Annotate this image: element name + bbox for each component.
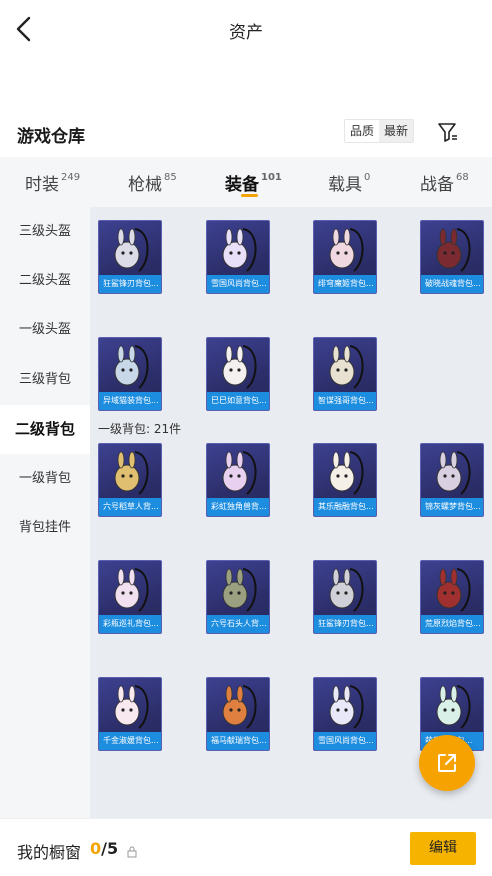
- backpack-icon: [114, 228, 149, 272]
- item-card[interactable]: 福马献瑞背包...: [206, 677, 270, 751]
- backpack-icon: [114, 568, 149, 612]
- edit-button[interactable]: 编辑: [410, 832, 476, 865]
- item-card[interactable]: 巳巳如意背包...: [206, 337, 270, 411]
- backpack-icon: [114, 345, 149, 389]
- sort-latest-button[interactable]: 最新: [379, 120, 414, 142]
- item-label: 雪国风尚背包...: [314, 732, 376, 750]
- item-label: 荒原烈焰背包...: [421, 615, 483, 633]
- item-label: 彩瓶巡礼背包...: [99, 615, 161, 633]
- backpack-icon: [222, 685, 257, 729]
- item-label: 狂鲨锋刃背包...: [99, 275, 161, 293]
- sidebar-item-level2-helmet[interactable]: 二级头盔: [0, 256, 90, 305]
- item-label: 千金淑媛背包...: [99, 732, 161, 750]
- item-card[interactable]: 荒原烈焰背包...: [420, 560, 484, 634]
- warehouse-header: 游戏仓库 品质 最新: [0, 116, 492, 150]
- lock-icon: [127, 843, 137, 858]
- page-title: 资产: [229, 23, 263, 43]
- showcase-count: 0/5: [90, 839, 119, 858]
- backpack-icon: [222, 345, 257, 389]
- tab-guns[interactable]: 枪械 85: [128, 170, 177, 195]
- backpack-icon: [222, 228, 257, 272]
- sidebar-item-level1-backpack[interactable]: 一级背包: [0, 454, 90, 503]
- sort-toggle: 品质 最新: [344, 119, 415, 143]
- item-label: 智谋强哥背包...: [314, 392, 376, 410]
- item-label: 狂鲨锋刃背包...: [314, 615, 376, 633]
- filter-icon[interactable]: [436, 120, 460, 144]
- item-label: 破晓战魂背包...: [421, 275, 483, 293]
- top-bar: 资产: [0, 0, 492, 58]
- sidebar-item-level1-helmet[interactable]: 一级头盔: [0, 305, 90, 354]
- item-label: 其乐融融背包...: [314, 498, 376, 516]
- item-label: 锦灰螺梦背包...: [421, 498, 483, 516]
- backpack-icon: [329, 451, 364, 495]
- showcase-label: 我的橱窗: [17, 843, 82, 862]
- item-card[interactable]: 六号稻草人背...: [98, 443, 162, 517]
- item-card[interactable]: 绯穹魔姬背包...: [313, 220, 377, 294]
- tab-supplies[interactable]: 战备 68: [420, 170, 469, 195]
- item-card[interactable]: 狂鲨锋刃背包...: [313, 560, 377, 634]
- item-card[interactable]: 千金淑媛背包...: [98, 677, 162, 751]
- backpack-icon: [329, 345, 364, 389]
- active-tab-indicator: [241, 194, 258, 197]
- item-card[interactable]: 六号石头人背...: [206, 560, 270, 634]
- item-label: 六号石头人背...: [207, 615, 269, 633]
- item-card[interactable]: 雪国风尚背包...: [313, 677, 377, 751]
- sidebar: 三级头盔 二级头盔 一级头盔 三级背包 二级背包 一级背包 背包挂件: [0, 207, 90, 818]
- backpack-icon: [436, 568, 471, 612]
- backpack-icon: [114, 685, 149, 729]
- item-label: 绯穹魔姬背包...: [314, 275, 376, 293]
- sidebar-item-level2-backpack[interactable]: 二级背包: [0, 405, 90, 454]
- item-label: 六号稻草人背...: [99, 498, 161, 516]
- item-label: 雪国风尚背包...: [207, 275, 269, 293]
- backpack-icon: [114, 451, 149, 495]
- tab-fashion[interactable]: 时装 249: [25, 170, 80, 195]
- backpack-icon: [329, 568, 364, 612]
- tab-equipment[interactable]: 装备 101: [225, 170, 282, 195]
- item-label: 巳巳如意背包...: [207, 392, 269, 410]
- backpack-icon: [436, 228, 471, 272]
- backpack-icon: [436, 685, 471, 729]
- bottom-bar: 我的橱窗 0/5 编辑: [0, 818, 492, 876]
- group-label: 一级背包: 21件: [98, 422, 182, 436]
- backpack-icon: [222, 568, 257, 612]
- item-label: 福马献瑞背包...: [207, 732, 269, 750]
- item-label: 异域猫装背包...: [99, 392, 161, 410]
- item-label: 彩虹独角兽背...: [207, 498, 269, 516]
- item-grid: 一级背包: 21件 狂鲨锋刃背包... 雪国风尚背包... 绯穹魔姬背包... 破晓战…: [90, 207, 492, 818]
- item-card[interactable]: 雪国风尚背包...: [206, 220, 270, 294]
- backpack-icon: [329, 685, 364, 729]
- sidebar-item-backpack-charm[interactable]: 背包挂件: [0, 503, 90, 552]
- item-card[interactable]: 异域猫装背包...: [98, 337, 162, 411]
- item-card[interactable]: 其乐融融背包...: [313, 443, 377, 517]
- backpack-icon: [329, 228, 364, 272]
- backpack-icon: [222, 451, 257, 495]
- tab-vehicles[interactable]: 载具 0: [328, 170, 370, 195]
- backpack-icon: [436, 451, 471, 495]
- item-card[interactable]: 狂鲨锋刃背包...: [98, 220, 162, 294]
- item-card[interactable]: 智谋强哥背包...: [313, 337, 377, 411]
- sidebar-item-level3-helmet[interactable]: 三级头盔: [0, 207, 90, 256]
- item-card[interactable]: 破晓战魂背包...: [420, 220, 484, 294]
- sidebar-item-level3-backpack[interactable]: 三级背包: [0, 355, 90, 404]
- warehouse-title: 游戏仓库: [17, 127, 85, 147]
- item-card[interactable]: 彩瓶巡礼背包...: [98, 560, 162, 634]
- external-link-icon: [438, 754, 456, 772]
- category-tabs: 时装 249 枪械 85 装备 101 载具 0 战备 68: [0, 157, 492, 207]
- item-card[interactable]: 彩虹独角兽背...: [206, 443, 270, 517]
- sort-quality-button[interactable]: 品质: [345, 120, 380, 142]
- item-card[interactable]: 锦灰螺梦背包...: [420, 443, 484, 517]
- share-button[interactable]: [419, 735, 475, 791]
